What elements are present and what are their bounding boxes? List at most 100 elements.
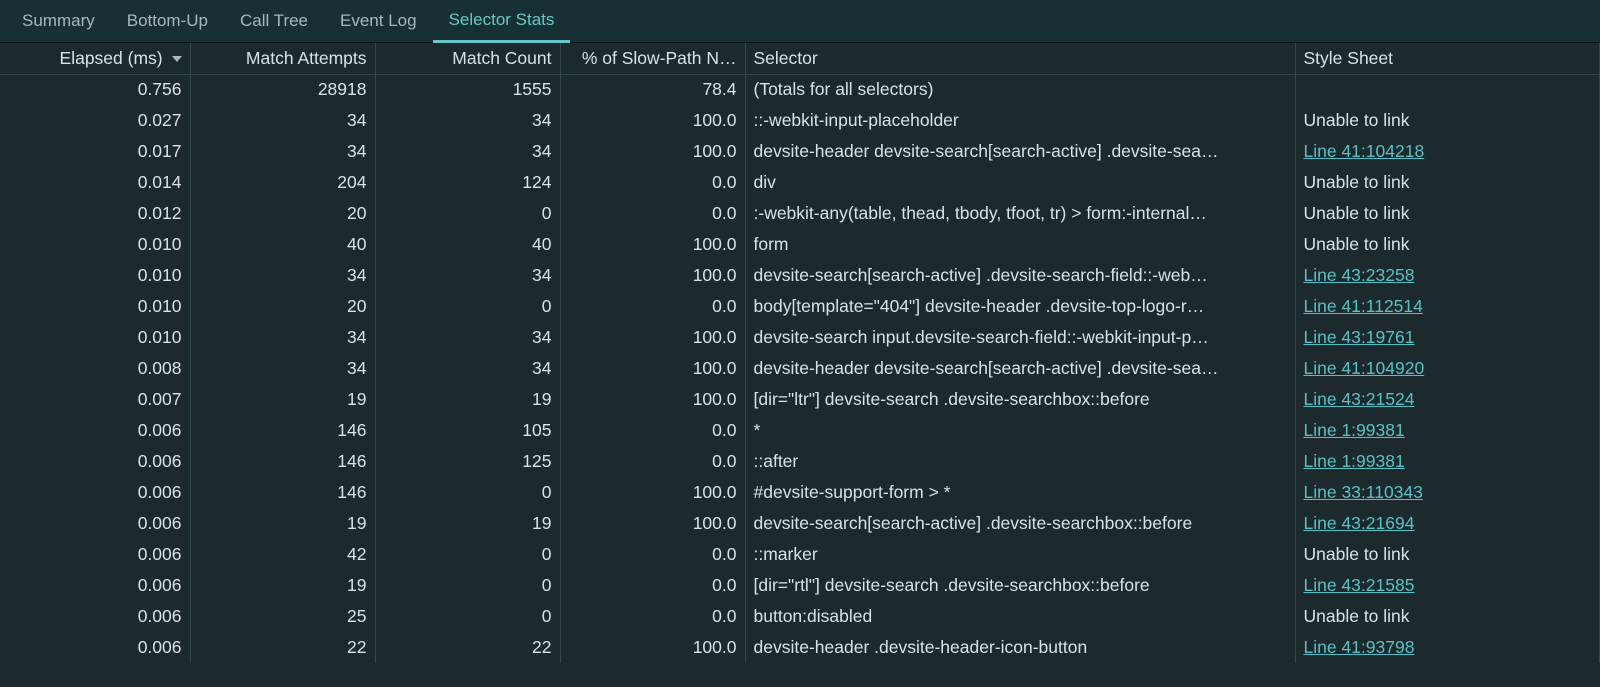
cell-pct: 78.4 [560,74,745,105]
col-header-elapsed[interactable]: Elapsed (ms) [0,43,190,74]
table-row[interactable]: 0.0071919100.0[dir="ltr"] devsite-search… [0,384,1600,415]
cell-attempts: 34 [190,136,375,167]
cell-elapsed: 0.012 [0,198,190,229]
cell-selector: button:disabled [745,601,1295,632]
cell-attempts: 25 [190,601,375,632]
cell-count: 0 [375,570,560,601]
table-row[interactable]: 0.0173434100.0devsite-header devsite-sea… [0,136,1600,167]
style-sheet-link[interactable]: Line 41:93798 [1304,637,1415,657]
col-header-selector[interactable]: Selector [745,43,1295,74]
col-header-sheet[interactable]: Style Sheet [1295,43,1600,74]
cell-style-sheet: Line 1:99381 [1295,446,1600,477]
style-sheet-link[interactable]: Line 43:21524 [1304,389,1415,409]
cell-count: 1555 [375,74,560,105]
style-sheet-link[interactable]: Line 41:104920 [1304,358,1425,378]
tab-event-log[interactable]: Event Log [324,0,433,42]
col-header-attempts[interactable]: Match Attempts [190,43,375,74]
cell-pct: 100.0 [560,136,745,167]
table-row[interactable]: 0.0061900.0[dir="rtl"] devsite-search .d… [0,570,1600,601]
cell-count: 34 [375,353,560,384]
cell-attempts: 19 [190,570,375,601]
cell-attempts: 34 [190,260,375,291]
cell-selector: devsite-search[search-active] .devsite-s… [745,508,1295,539]
style-sheet-link[interactable]: Line 43:23258 [1304,265,1415,285]
cell-style-sheet: Unable to link [1295,229,1600,260]
cell-style-sheet: Line 41:104920 [1295,353,1600,384]
style-sheet-link[interactable]: Line 43:21694 [1304,513,1415,533]
table-row[interactable]: 0.0061919100.0devsite-search[search-acti… [0,508,1600,539]
table-row[interactable]: 0.0061461250.0::afterLine 1:99381 [0,446,1600,477]
style-sheet-link[interactable]: Line 41:112514 [1304,296,1423,316]
cell-selector: [dir="ltr"] devsite-search .devsite-sear… [745,384,1295,415]
cell-style-sheet: Unable to link [1295,539,1600,570]
cell-count: 22 [375,632,560,663]
table-row[interactable]: 0.0122000.0:-webkit-any(table, thead, tb… [0,198,1600,229]
tab-bottom-up[interactable]: Bottom-Up [111,0,224,42]
cell-elapsed: 0.027 [0,105,190,136]
table-row[interactable]: 0.0061461050.0*Line 1:99381 [0,415,1600,446]
cell-style-sheet: Line 41:112514 [1295,291,1600,322]
col-header-label: Elapsed (ms) [60,48,163,68]
cell-elapsed: 0.010 [0,291,190,322]
cell-attempts: 34 [190,353,375,384]
cell-elapsed: 0.006 [0,601,190,632]
table-row[interactable]: 0.0142041240.0divUnable to link [0,167,1600,198]
tab-selector-stats[interactable]: Selector Stats [433,0,571,43]
cell-style-sheet: Unable to link [1295,105,1600,136]
tab-call-tree[interactable]: Call Tree [224,0,324,42]
cell-style-sheet [1295,74,1600,105]
cell-selector: form [745,229,1295,260]
table-row[interactable]: 0.75628918155578.4(Totals for all select… [0,74,1600,105]
style-sheet-link[interactable]: Line 41:104218 [1304,141,1425,161]
cell-style-sheet: Line 1:99381 [1295,415,1600,446]
col-header-count[interactable]: Match Count [375,43,560,74]
cell-selector: div [745,167,1295,198]
cell-count: 34 [375,322,560,353]
cell-style-sheet: Unable to link [1295,167,1600,198]
cell-count: 19 [375,508,560,539]
cell-elapsed: 0.756 [0,74,190,105]
style-sheet-link[interactable]: Line 1:99381 [1304,420,1405,440]
cell-count: 124 [375,167,560,198]
cell-pct: 0.0 [560,539,745,570]
table-row[interactable]: 0.0064200.0::markerUnable to link [0,539,1600,570]
cell-count: 0 [375,198,560,229]
table-header-row: Elapsed (ms) Match Attempts Match Count … [0,43,1600,74]
cell-pct: 100.0 [560,322,745,353]
table-row[interactable]: 0.0102000.0body[template="404"] devsite-… [0,291,1600,322]
cell-style-sheet: Line 41:104218 [1295,136,1600,167]
cell-elapsed: 0.014 [0,167,190,198]
table-row[interactable]: 0.0103434100.0devsite-search input.devsi… [0,322,1600,353]
style-sheet-link[interactable]: Line 43:19761 [1304,327,1415,347]
cell-selector: #devsite-support-form > * [745,477,1295,508]
cell-attempts: 28918 [190,74,375,105]
selector-stats-table: Elapsed (ms) Match Attempts Match Count … [0,43,1600,663]
cell-count: 0 [375,539,560,570]
style-sheet-link[interactable]: Line 1:99381 [1304,451,1405,471]
cell-selector: devsite-header devsite-search[search-act… [745,136,1295,167]
cell-selector: (Totals for all selectors) [745,74,1295,105]
cell-attempts: 42 [190,539,375,570]
col-header-pct[interactable]: % of Slow-Path N… [560,43,745,74]
table-row[interactable]: 0.0061460100.0#devsite-support-form > *L… [0,477,1600,508]
table-row[interactable]: 0.0083434100.0devsite-header devsite-sea… [0,353,1600,384]
tab-summary[interactable]: Summary [6,0,111,42]
cell-selector: devsite-header .devsite-header-icon-butt… [745,632,1295,663]
cell-pct: 0.0 [560,601,745,632]
table-row[interactable]: 0.0104040100.0formUnable to link [0,229,1600,260]
table-row[interactable]: 0.0273434100.0::-webkit-input-placeholde… [0,105,1600,136]
style-sheet-link[interactable]: Line 43:21585 [1304,575,1415,595]
cell-attempts: 146 [190,415,375,446]
cell-elapsed: 0.017 [0,136,190,167]
cell-elapsed: 0.007 [0,384,190,415]
table-row[interactable]: 0.0062222100.0devsite-header .devsite-he… [0,632,1600,663]
table-row[interactable]: 0.0062500.0button:disabledUnable to link [0,601,1600,632]
table-row[interactable]: 0.0103434100.0devsite-search[search-acti… [0,260,1600,291]
cell-pct: 100.0 [560,632,745,663]
cell-pct: 100.0 [560,353,745,384]
cell-pct: 0.0 [560,167,745,198]
style-sheet-link[interactable]: Line 33:110343 [1304,482,1423,502]
cell-elapsed: 0.006 [0,508,190,539]
details-tabs: Summary Bottom-Up Call Tree Event Log Se… [0,0,1600,43]
cell-count: 0 [375,477,560,508]
